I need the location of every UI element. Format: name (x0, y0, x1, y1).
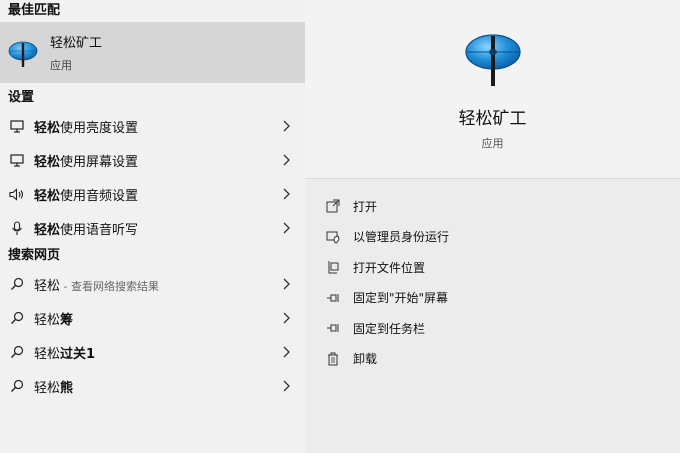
action-open-file-location[interactable]: 打开文件位置 (325, 252, 680, 283)
settings-item-screen[interactable]: 轻松使用屏幕设置 (0, 143, 305, 177)
best-match-subtitle: 应用 (50, 59, 72, 72)
chevron-right-icon[interactable] (281, 277, 291, 291)
monitor-icon (8, 151, 26, 169)
chevron-right-icon[interactable] (281, 345, 291, 359)
search-window: 最佳匹配 轻松矿工 应用 设置 轻松使用亮度设置 轻松使用屏幕设置 轻松使用音频… (0, 0, 680, 453)
app-title: 轻松矿工 (458, 109, 527, 129)
chevron-right-icon[interactable] (281, 187, 291, 201)
search-icon (8, 343, 26, 361)
best-match-item[interactable]: 轻松矿工 应用 (0, 22, 305, 83)
web-item-query[interactable]: 轻松 - 查看网络搜索结果 (0, 267, 305, 301)
web-item-suggestion[interactable]: 轻松筹 (0, 301, 305, 335)
action-uninstall[interactable]: 卸载 (325, 344, 680, 375)
web-item-suggestion[interactable]: 轻松过关1 (0, 335, 305, 369)
microphone-icon (8, 219, 26, 237)
web-item-label: 轻松过关1 (34, 346, 96, 362)
pickaxe-app-icon (8, 38, 38, 68)
preview-pane: 轻松矿工 应用 打开 以管理员身份运行 打开文件位置 固定到"开始"屏幕 固定到… (305, 0, 680, 453)
action-label: 固定到任务栏 (353, 321, 426, 336)
action-pin-to-start[interactable]: 固定到"开始"屏幕 (325, 283, 680, 314)
settings-header: 设置 (8, 90, 35, 105)
action-pin-to-taskbar[interactable]: 固定到任务栏 (325, 313, 680, 344)
monitor-icon (8, 117, 26, 135)
action-list: 打开 以管理员身份运行 打开文件位置 固定到"开始"屏幕 固定到任务栏 卸载 (305, 179, 680, 374)
app-type-label: 应用 (481, 137, 504, 150)
action-label: 打开文件位置 (353, 260, 426, 275)
web-item-label: 轻松 - 查看网络搜索结果 (34, 278, 159, 294)
search-icon (8, 309, 26, 327)
settings-item-label: 轻松使用语音听写 (34, 222, 139, 238)
speaker-icon (8, 185, 26, 203)
action-label: 固定到"开始"屏幕 (353, 291, 449, 306)
settings-item-brightness[interactable]: 轻松使用亮度设置 (0, 109, 305, 143)
action-run-as-admin[interactable]: 以管理员身份运行 (325, 222, 680, 253)
web-item-label: 轻松熊 (34, 380, 74, 396)
results-pane: 最佳匹配 轻松矿工 应用 设置 轻松使用亮度设置 轻松使用屏幕设置 轻松使用音频… (0, 0, 305, 453)
best-match-title: 轻松矿工 (50, 36, 103, 51)
action-open[interactable]: 打开 (325, 191, 680, 222)
chevron-right-icon[interactable] (281, 311, 291, 325)
open-icon (325, 198, 341, 214)
app-preview-header: 轻松矿工 应用 (305, 0, 680, 178)
action-label: 以管理员身份运行 (353, 230, 450, 245)
best-match-header: 最佳匹配 (8, 3, 61, 18)
search-icon (8, 275, 26, 293)
settings-item-label: 轻松使用音频设置 (34, 188, 139, 204)
action-label: 卸载 (353, 352, 378, 367)
trash-icon (325, 351, 341, 367)
web-search-header: 搜索网页 (8, 248, 61, 263)
settings-item-audio[interactable]: 轻松使用音频设置 (0, 177, 305, 211)
chevron-right-icon[interactable] (281, 379, 291, 393)
web-item-label: 轻松筹 (34, 312, 74, 328)
pin-icon (325, 320, 341, 336)
settings-item-label: 轻松使用亮度设置 (34, 120, 139, 136)
chevron-right-icon[interactable] (281, 221, 291, 235)
search-icon (8, 377, 26, 395)
web-item-suggestion[interactable]: 轻松熊 (0, 369, 305, 403)
settings-item-dictation[interactable]: 轻松使用语音听写 (0, 211, 305, 245)
pickaxe-app-icon (463, 28, 523, 88)
action-label: 打开 (353, 199, 378, 214)
chevron-right-icon[interactable] (281, 153, 291, 167)
chevron-right-icon[interactable] (281, 119, 291, 133)
pin-icon (325, 290, 341, 306)
admin-shield-icon (325, 229, 341, 245)
settings-item-label: 轻松使用屏幕设置 (34, 154, 139, 170)
file-location-icon (325, 259, 341, 275)
